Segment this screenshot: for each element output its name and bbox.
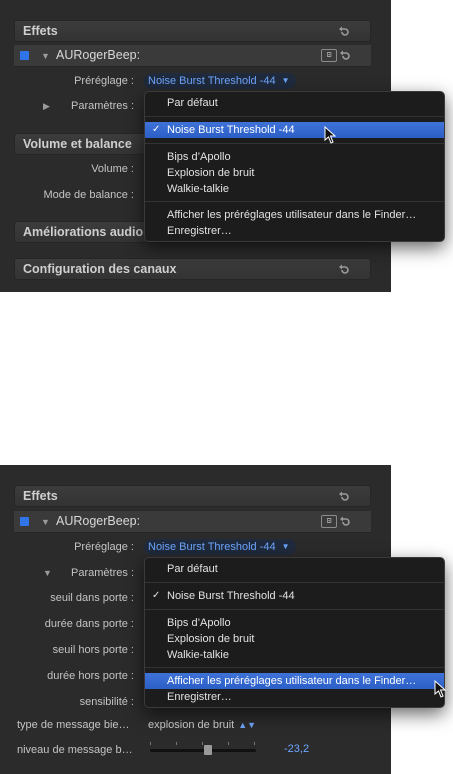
channel-config-header[interactable]: Configuration des canaux [14, 258, 371, 280]
message-type-label: type de message bie… [17, 719, 130, 731]
menu-item-walkie-talkie[interactable]: Walkie-talkie [145, 647, 444, 663]
preset-popup-value: Noise Burst Threshold -44 [148, 541, 276, 553]
param-label: durée dans porte : [44, 618, 134, 630]
menu-item-selected[interactable]: ✓ Noise Burst Threshold -44 [145, 122, 444, 138]
menu-item-default[interactable]: Par défaut [145, 95, 444, 111]
disclosure-down-icon[interactable]: ▼ [41, 517, 50, 527]
effects-section-header[interactable]: Effets [14, 485, 371, 507]
enable-checkbox-icon[interactable] [20, 517, 29, 526]
menu-item-default[interactable]: Par défaut [145, 561, 444, 577]
enable-checkbox-icon[interactable] [20, 51, 29, 60]
menu-item-save[interactable]: Enregistrer… [145, 689, 444, 705]
effect-name: AURogerBeep: [56, 514, 141, 528]
checkmark-icon: ✓ [152, 124, 161, 135]
effect-row-aurogerbeep[interactable]: ▼ AURogerBeep: ⊡ [14, 511, 371, 533]
parameters-label: Paramètres : [71, 567, 134, 579]
slider-tick [202, 742, 203, 745]
volume-label: Volume : [91, 163, 134, 175]
reset-icon[interactable] [339, 49, 351, 61]
param-label: seuil dans porte : [50, 592, 134, 604]
message-level-label: niveau de message b… [17, 744, 133, 756]
param-label: durée hors porte : [47, 670, 134, 682]
pan-mode-label: Mode de balance : [43, 189, 134, 201]
section-title: Effets [23, 489, 58, 503]
stepper-icon: ▲▼ [238, 720, 257, 730]
menu-separator [145, 582, 444, 583]
menu-item-label: Noise Burst Threshold -44 [167, 124, 295, 136]
slider-tick [254, 742, 255, 745]
message-level-value: -23,2 [284, 743, 310, 755]
menu-item-label: Noise Burst Threshold -44 [167, 590, 295, 602]
reset-icon[interactable] [338, 263, 350, 275]
section-title: Volume et balance [23, 137, 132, 151]
checkmark-icon: ✓ [152, 590, 161, 601]
disclosure-down-icon[interactable]: ▼ [41, 51, 50, 61]
menu-item-apollo[interactable]: Bips d’Apollo [145, 615, 444, 631]
effects-section-header[interactable]: Effets [14, 20, 371, 42]
effect-row-aurogerbeep[interactable]: ▼ AURogerBeep: ⊡ [14, 45, 371, 67]
parameters-label: Paramètres : [71, 100, 134, 112]
cursor-icon [434, 680, 448, 698]
menu-separator [145, 143, 444, 144]
cursor-icon [324, 126, 338, 144]
preset-label: Préréglage : [74, 75, 134, 87]
slider-tick [150, 742, 151, 745]
section-title: Configuration des canaux [23, 262, 177, 276]
preset-label: Préréglage : [74, 541, 134, 553]
effect-name: AURogerBeep: [56, 48, 141, 62]
message-type-value: explosion de bruit [148, 719, 235, 731]
menu-separator [145, 609, 444, 610]
disclosure-right-icon[interactable]: ▶ [43, 101, 50, 112]
preset-popup[interactable]: Noise Burst Threshold -44 ▼ [144, 539, 296, 555]
section-title: Effets [23, 24, 58, 38]
menu-item-noise-burst[interactable]: Explosion de bruit [145, 631, 444, 647]
message-level-slider[interactable] [150, 742, 256, 755]
param-label: sensibilité : [79, 696, 134, 708]
slider-tick [176, 742, 177, 745]
menu-separator [145, 667, 444, 668]
menu-item-checked[interactable]: ✓ Noise Burst Threshold -44 [145, 588, 444, 604]
preset-popup-value: Noise Burst Threshold -44 [148, 75, 276, 87]
menu-item-walkie-talkie[interactable]: Walkie-talkie [145, 181, 444, 197]
section-title: Améliorations audio [23, 225, 144, 239]
preset-popup[interactable]: Noise Burst Threshold -44 ▼ [144, 73, 296, 89]
menu-item-noise-burst[interactable]: Explosion de bruit [145, 165, 444, 181]
reset-icon[interactable] [338, 490, 350, 502]
menu-item-apollo[interactable]: Bips d’Apollo [145, 149, 444, 165]
slider-thumb[interactable] [203, 745, 212, 755]
slider-tick [228, 742, 229, 745]
menu-item-show-in-finder[interactable]: Afficher les préréglages utilisateur dan… [145, 207, 444, 223]
reset-icon[interactable] [339, 515, 351, 527]
param-label: seuil hors porte : [52, 644, 134, 656]
preset-menu: Par défaut ✓ Noise Burst Threshold -44 B… [144, 91, 445, 242]
disclosure-down-icon[interactable]: ▼ [43, 568, 52, 578]
reset-icon[interactable] [338, 25, 350, 37]
preset-menu: Par défaut ✓ Noise Burst Threshold -44 B… [144, 557, 445, 708]
message-type-popup[interactable]: explosion de bruit ▲▼ [148, 719, 256, 731]
chevron-down-icon: ▼ [281, 76, 290, 85]
chevron-down-icon: ▼ [281, 542, 290, 551]
plugin-ui-icon[interactable]: ⊡ [321, 49, 337, 62]
plugin-ui-icon[interactable]: ⊡ [321, 515, 337, 528]
menu-item-save[interactable]: Enregistrer… [145, 223, 444, 239]
menu-separator [145, 116, 444, 117]
menu-separator [145, 201, 444, 202]
menu-item-show-in-finder[interactable]: Afficher les préréglages utilisateur dan… [145, 673, 444, 689]
